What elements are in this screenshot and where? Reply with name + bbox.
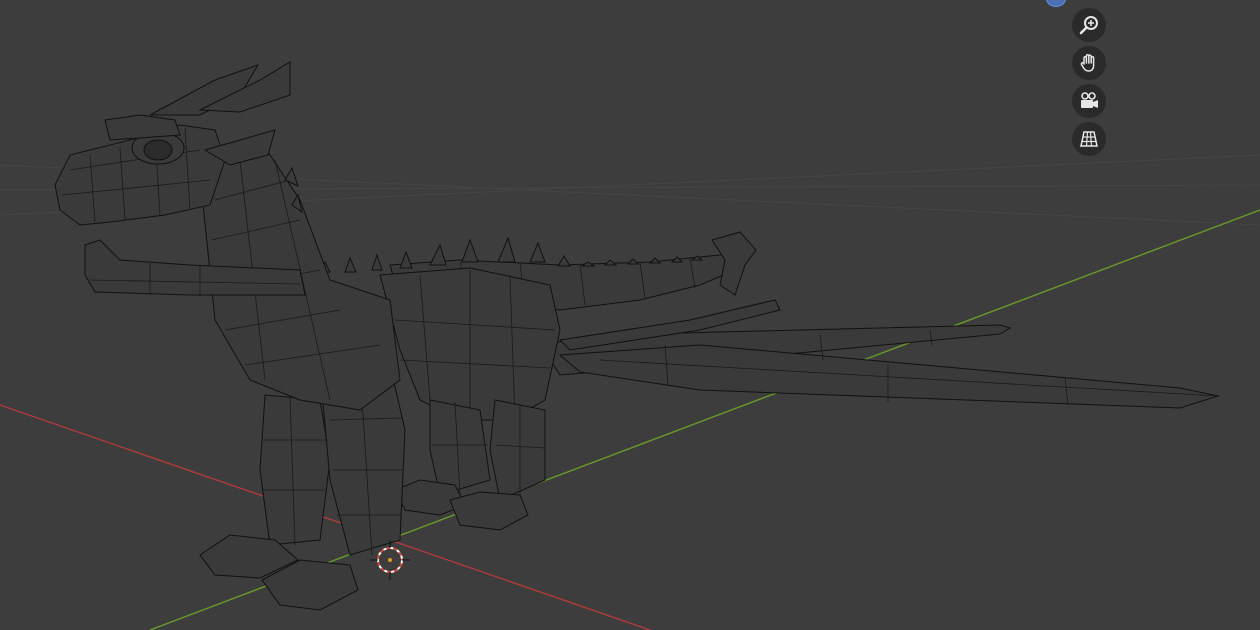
grid-icon [1080, 131, 1098, 147]
navigation-gizmo [1072, 6, 1108, 156]
scene-canvas[interactable] [0, 0, 1260, 630]
3d-viewport[interactable] [0, 0, 1260, 630]
zoom-in-icon [1079, 16, 1098, 35]
dragon-mesh[interactable] [54, 61, 1220, 611]
camera-view-button[interactable] [1072, 84, 1106, 118]
camera-icon [1081, 92, 1098, 108]
pan-button[interactable] [1072, 46, 1106, 80]
perspective-toggle-button[interactable] [1072, 122, 1106, 156]
zoom-button[interactable] [1072, 8, 1106, 42]
hand-icon [1080, 54, 1095, 72]
